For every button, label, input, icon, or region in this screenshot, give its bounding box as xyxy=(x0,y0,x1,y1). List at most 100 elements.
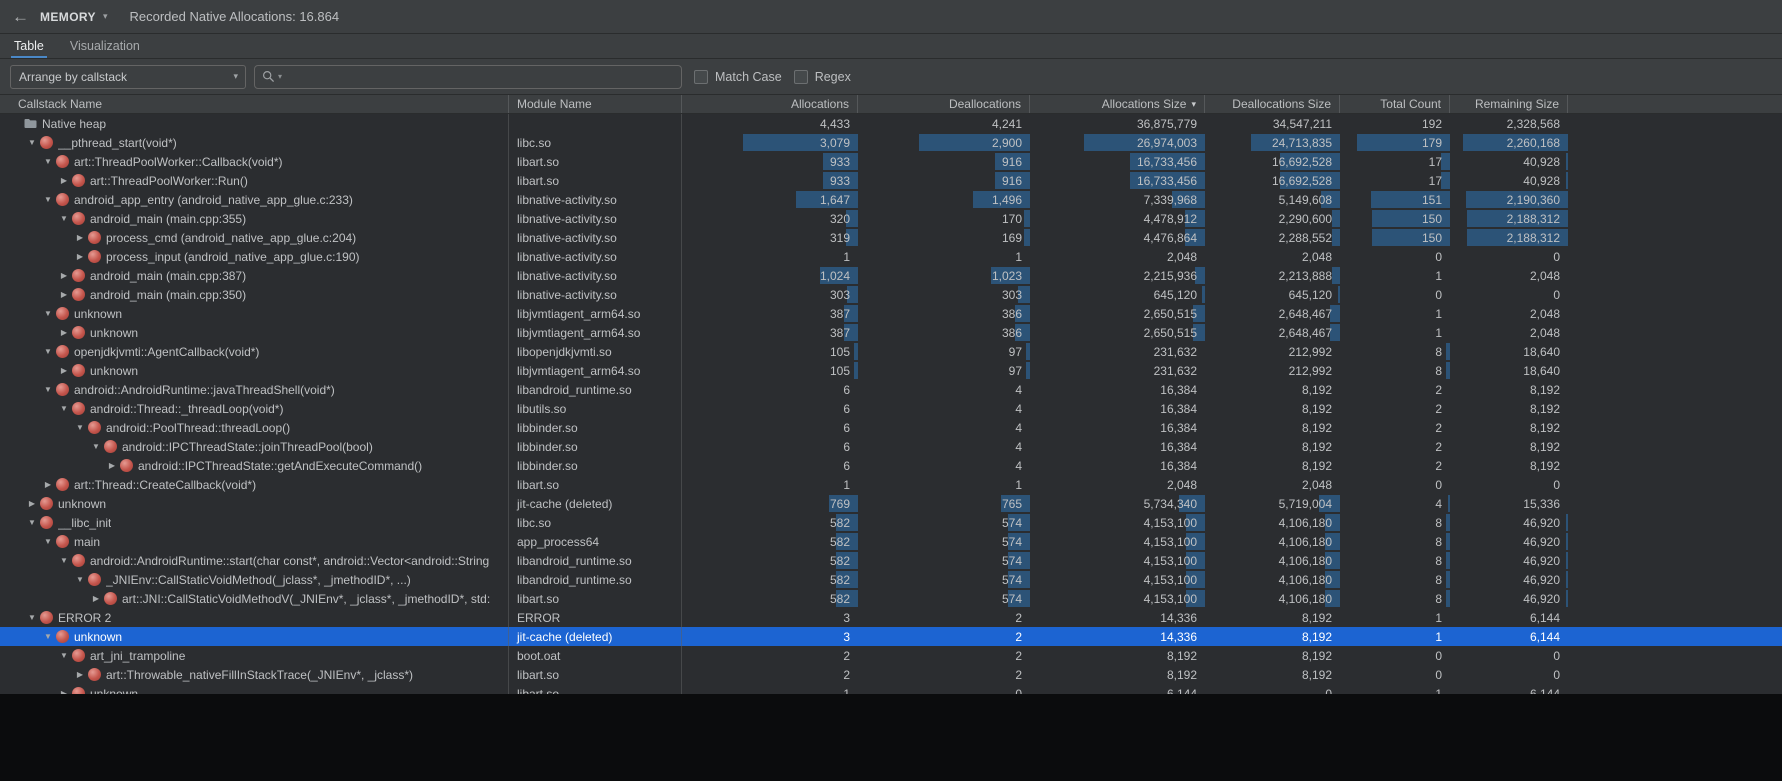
match-case-label[interactable]: Match Case xyxy=(715,70,782,84)
table-row[interactable]: ▼android::IPCThreadState::joinThreadPool… xyxy=(0,437,1782,456)
collapse-arrow-icon[interactable]: ▼ xyxy=(40,152,56,171)
callstack-cell: ▶unknown xyxy=(0,684,509,694)
table-row[interactable]: Native heap4,4334,24136,875,77934,547,21… xyxy=(0,114,1782,133)
allocations-size-cell: 4,476,864 xyxy=(1030,228,1205,247)
search-field[interactable]: ▾ xyxy=(254,65,682,89)
callstack-name: art::ThreadPoolWorker::Callback(void*) xyxy=(74,155,283,169)
collapse-arrow-icon[interactable]: ▼ xyxy=(40,627,56,646)
table-row[interactable]: ▼android_app_entry (android_native_app_g… xyxy=(0,190,1782,209)
deallocations-cell: 2 xyxy=(858,608,1030,627)
collapse-arrow-icon[interactable]: ▼ xyxy=(56,399,72,418)
total-count-cell: 2 xyxy=(1340,380,1450,399)
collapse-arrow-icon[interactable]: ▼ xyxy=(24,133,40,152)
callstack-cell: ▶art::JNI::CallStaticVoidMethodV(_JNIEnv… xyxy=(0,589,509,608)
collapse-arrow-icon[interactable]: ▼ xyxy=(88,437,104,456)
table-row[interactable]: ▼__pthread_start(void*)libc.so3,0792,900… xyxy=(0,133,1782,152)
table-row[interactable]: ▼unknownjit-cache (deleted)3214,3368,192… xyxy=(0,627,1782,646)
expand-arrow-icon[interactable]: ▶ xyxy=(56,266,72,285)
arrange-by-dropdown[interactable]: Arrange by callstack ▾ xyxy=(10,65,246,89)
callstack-name: ERROR 2 xyxy=(58,611,111,625)
remaining-size-cell: 40,928 xyxy=(1450,171,1568,190)
search-input[interactable] xyxy=(285,70,674,84)
expand-arrow-icon[interactable]: ▶ xyxy=(104,456,120,475)
column-header-remaining-size[interactable]: Remaining Size xyxy=(1450,95,1568,113)
collapse-arrow-icon[interactable]: ▼ xyxy=(56,209,72,228)
column-header-total-count[interactable]: Total Count xyxy=(1340,95,1450,113)
tab-visualization[interactable]: Visualization xyxy=(70,34,140,58)
table-row[interactable]: ▼ERROR 2ERROR3214,3368,19216,144 xyxy=(0,608,1782,627)
table-row[interactable]: ▶art::Throwable_nativeFillInStackTrace(_… xyxy=(0,665,1782,684)
expand-arrow-icon[interactable]: ▶ xyxy=(56,323,72,342)
table-row[interactable]: ▶process_input (android_native_app_glue.… xyxy=(0,247,1782,266)
expand-arrow-icon[interactable]: ▶ xyxy=(56,285,72,304)
collapse-arrow-icon[interactable]: ▼ xyxy=(56,551,72,570)
table-row[interactable]: ▶art::JNI::CallStaticVoidMethodV(_JNIEnv… xyxy=(0,589,1782,608)
collapse-arrow-icon[interactable]: ▼ xyxy=(24,608,40,627)
column-header-module-name[interactable]: Module Name xyxy=(509,95,682,113)
collapse-arrow-icon[interactable]: ▼ xyxy=(40,304,56,323)
table-row[interactable]: ▼__libc_initlibc.so5825744,153,1004,106,… xyxy=(0,513,1782,532)
table-row[interactable]: ▶android_main (main.cpp:350)libnative-ac… xyxy=(0,285,1782,304)
header-filler xyxy=(1568,95,1782,113)
allocations-size-cell: 16,384 xyxy=(1030,456,1205,475)
table-row[interactable]: ▶unknownlibjvmtiagent_arm64.so10597231,6… xyxy=(0,361,1782,380)
expand-arrow-icon[interactable]: ▶ xyxy=(56,171,72,190)
cell-value: 2,048 xyxy=(1530,269,1568,283)
table-row[interactable]: ▶unknownlibart.so106,144016,144 xyxy=(0,684,1782,694)
table-row[interactable]: ▼android::Thread::_threadLoop(void*)libu… xyxy=(0,399,1782,418)
collapse-arrow-icon[interactable]: ▼ xyxy=(40,190,56,209)
table-row[interactable]: ▼ android::AndroidRuntime::javaThreadShel… xyxy=(0,380,1782,399)
module-cell: libnative-activity.so xyxy=(509,209,682,228)
table-row[interactable]: ▶android_main (main.cpp:387)libnative-ac… xyxy=(0,266,1782,285)
cell-value: 46,920 xyxy=(1523,516,1568,530)
table-row[interactable]: ▼android::AndroidRuntime::start(char con… xyxy=(0,551,1782,570)
table-row[interactable]: ▼android::PoolThread::threadLoop()libbin… xyxy=(0,418,1782,437)
column-header-deallocations[interactable]: Deallocations xyxy=(858,95,1030,113)
allocations-size-cell: 2,650,515 xyxy=(1030,304,1205,323)
regex-checkbox[interactable] xyxy=(794,70,808,84)
column-header-allocations[interactable]: Allocations xyxy=(682,95,858,113)
expand-arrow-icon[interactable]: ▶ xyxy=(72,665,88,684)
method-icon xyxy=(88,573,101,586)
search-options-caret-icon[interactable]: ▾ xyxy=(278,72,282,81)
table-row[interactable]: ▼openjdkjvmti::AgentCallback(void*)libop… xyxy=(0,342,1782,361)
callstack-name: android_main (main.cpp:355) xyxy=(90,212,246,226)
collapse-arrow-icon[interactable]: ▼ xyxy=(40,380,56,399)
deallocations-size-cell: 0 xyxy=(1205,684,1340,694)
collapse-arrow-icon[interactable]: ▼ xyxy=(72,418,88,437)
collapse-arrow-icon[interactable]: ▼ xyxy=(72,570,88,589)
tab-table[interactable]: Table xyxy=(14,34,44,58)
expand-arrow-icon[interactable]: ▶ xyxy=(56,684,72,694)
table-row[interactable]: ▼mainapp_process645825744,153,1004,106,1… xyxy=(0,532,1782,551)
expand-arrow-icon[interactable]: ▶ xyxy=(56,361,72,380)
expand-arrow-icon[interactable]: ▶ xyxy=(88,589,104,608)
callstack-name: android::Thread::_threadLoop(void*) xyxy=(90,402,283,416)
match-case-checkbox[interactable] xyxy=(694,70,708,84)
column-header-callstack-name[interactable]: Callstack Name xyxy=(0,95,509,113)
column-header-deallocations-size[interactable]: Deallocations Size xyxy=(1205,95,1340,113)
callstack-name: android::AndroidRuntime::javaThreadShell… xyxy=(74,383,335,397)
table-row[interactable]: ▶unknownlibjvmtiagent_arm64.so3873862,65… xyxy=(0,323,1782,342)
expand-arrow-icon[interactable]: ▶ xyxy=(24,494,40,513)
memory-session-dropdown[interactable]: MEMORY ▾ xyxy=(40,10,108,24)
expand-arrow-icon[interactable]: ▶ xyxy=(40,475,56,494)
table-row[interactable]: ▼art_jni_trampolineboot.oat228,1928,1920… xyxy=(0,646,1782,665)
expand-arrow-icon[interactable]: ▶ xyxy=(72,228,88,247)
collapse-arrow-icon[interactable]: ▼ xyxy=(24,513,40,532)
collapse-arrow-icon[interactable]: ▼ xyxy=(40,342,56,361)
table-row[interactable]: ▼art::ThreadPoolWorker::Callback(void*)l… xyxy=(0,152,1782,171)
back-button[interactable]: ← xyxy=(12,7,36,27)
table-row[interactable]: ▼unknownlibjvmtiagent_arm64.so3873862,65… xyxy=(0,304,1782,323)
collapse-arrow-icon[interactable]: ▼ xyxy=(56,646,72,665)
table-row[interactable]: ▶process_cmd (android_native_app_glue.c:… xyxy=(0,228,1782,247)
table-row[interactable]: ▶android::IPCThreadState::getAndExecuteC… xyxy=(0,456,1782,475)
table-row[interactable]: ▼ android_main (main.cpp:355) libnative-ac… xyxy=(0,209,1782,228)
expand-arrow-icon[interactable]: ▶ xyxy=(72,247,88,266)
table-row[interactable]: ▶unknownjit-cache (deleted)7697655,734,3… xyxy=(0,494,1782,513)
table-row[interactable]: ▶art::ThreadPoolWorker::Run()libart.so93… xyxy=(0,171,1782,190)
collapse-arrow-icon[interactable]: ▼ xyxy=(40,532,56,551)
column-header-allocations-size[interactable]: Allocations Size▾ xyxy=(1030,95,1205,113)
regex-label[interactable]: Regex xyxy=(815,70,851,84)
table-row[interactable]: ▼_JNIEnv::CallStaticVoidMethod(_jclass*,… xyxy=(0,570,1782,589)
table-row[interactable]: ▶art::Thread::CreateCallback(void*)libar… xyxy=(0,475,1782,494)
